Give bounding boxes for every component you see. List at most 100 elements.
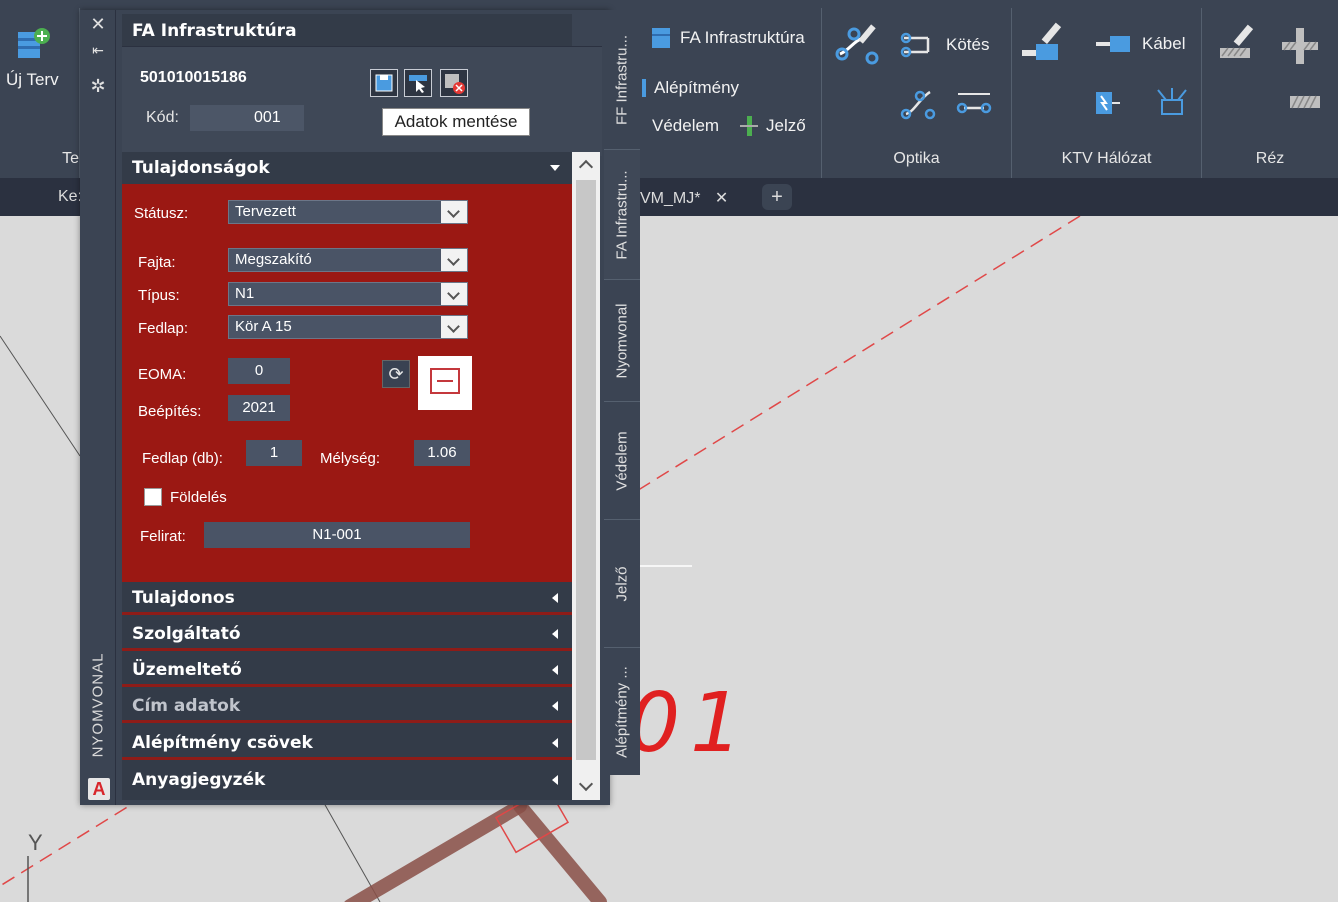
- ribbon-group-rez: Réz: [1202, 8, 1338, 178]
- kotes-button[interactable]: Kötés: [900, 30, 989, 60]
- new-plan-button[interactable]: Új Terv: [6, 26, 59, 90]
- refresh-icon[interactable]: ⟳: [382, 360, 410, 388]
- foldeles-checkbox[interactable]: [144, 488, 162, 506]
- section-anyagjegyzek[interactable]: Anyagjegyzék: [122, 764, 572, 797]
- status-select[interactable]: Tervezett: [228, 200, 468, 224]
- alepitmeny-button[interactable]: Alépítmény: [642, 78, 739, 98]
- vtab-jelzo[interactable]: Jelző: [604, 520, 640, 648]
- jelzo-label: Jelző: [766, 116, 806, 135]
- ktv-draw-button[interactable]: [1020, 20, 1074, 66]
- scroll-up-icon[interactable]: [572, 152, 600, 178]
- felirat-field[interactable]: N1-001: [204, 522, 470, 548]
- ribbon-group-infra: FA Infrastruktúra Alépítmény Védelem Jel…: [640, 8, 822, 178]
- section-alepitmeny-csovek[interactable]: Alépítmény csövek: [122, 727, 572, 760]
- beepites-field[interactable]: 2021: [228, 395, 290, 421]
- object-header: 501010015186 Kód: 001: [122, 46, 602, 156]
- kotes-label: Kötés: [946, 35, 990, 54]
- cursor-select-icon: [409, 75, 427, 93]
- close-icon[interactable]: ✕: [715, 190, 728, 207]
- foldeles-label: Földelés: [170, 489, 227, 506]
- ribbon-group-optika: Kötés Optika: [822, 8, 1012, 178]
- palette-scrollbar[interactable]: [572, 152, 600, 800]
- infra-icon: [652, 28, 670, 48]
- optika-draw-button[interactable]: [834, 20, 880, 66]
- palette-close-icon[interactable]: ✕: [80, 14, 116, 35]
- fedlap-value: Kör A 15: [235, 318, 292, 335]
- tab-drawing-label: VM_MJ*: [640, 190, 701, 207]
- chevron-down-icon: [441, 283, 467, 305]
- rez-cable-button[interactable]: [1290, 92, 1320, 112]
- palette-pin-icon[interactable]: ⇤: [80, 42, 116, 59]
- status-label: Státusz:: [134, 205, 189, 222]
- jelzo-icon: [740, 116, 758, 136]
- chevron-left-icon: [552, 738, 558, 748]
- vtab-fa-infrastruktura[interactable]: FA Infrastru...: [604, 150, 640, 280]
- group-label-plan: Te: [62, 150, 79, 167]
- chevron-left-icon: [552, 775, 558, 785]
- chevron-left-icon: [552, 665, 558, 675]
- splice-icon: [900, 90, 936, 120]
- save-data-button[interactable]: [370, 69, 398, 97]
- fajta-select[interactable]: Megszakító: [228, 248, 468, 272]
- pipe-segment-a: [344, 799, 527, 902]
- ribbon-group-plan: Új Terv Te: [0, 8, 80, 178]
- pipe-segment-b: [513, 799, 607, 902]
- delete-object-button[interactable]: [440, 69, 468, 97]
- scroll-thumb[interactable]: [576, 180, 596, 760]
- new-plan-label: Új Terv: [6, 70, 59, 89]
- save-icon: [375, 74, 393, 92]
- annotation-text: 01: [628, 676, 753, 771]
- section-tulajdonos[interactable]: Tulajdonos: [122, 582, 572, 615]
- section-uzemelteto[interactable]: Üzemeltető: [122, 654, 572, 687]
- vtab-ff-infrastruktura[interactable]: FF Infrastru...: [604, 10, 640, 150]
- autocad-logo-icon: A: [88, 778, 110, 800]
- eoma-label: EOMA:: [138, 366, 187, 383]
- rez-cross-button[interactable]: [1280, 26, 1320, 66]
- vtab-alepitmeny[interactable]: Alépítmény ...: [604, 648, 640, 775]
- kod-prefix-field[interactable]: [190, 105, 242, 131]
- tipus-select[interactable]: N1: [228, 282, 468, 306]
- alepitmeny-label: Alépítmény: [654, 78, 740, 97]
- tab-left[interactable]: Ke:: [58, 188, 82, 206]
- tab-drawing[interactable]: VM_MJ* ✕: [640, 188, 728, 208]
- optika-link-button[interactable]: [954, 88, 994, 118]
- thin-line-left: [0, 335, 81, 457]
- vtab-nyomvonal[interactable]: Nyomvonal: [604, 280, 640, 402]
- fedlap-select[interactable]: Kör A 15: [228, 315, 468, 339]
- palette-settings-icon[interactable]: ✲: [80, 76, 116, 97]
- copper-draw-icon: [1220, 24, 1254, 58]
- rez-draw-button[interactable]: [1216, 22, 1260, 62]
- jelzo-button[interactable]: Jelző: [740, 116, 806, 136]
- tipus-value: N1: [235, 285, 255, 302]
- select-object-button[interactable]: [404, 69, 432, 97]
- section-tulajdonsagok[interactable]: Tulajdonságok: [122, 152, 572, 184]
- palette-vertical-tabs: FF Infrastru... FA Infrastru... Nyomvona…: [604, 10, 640, 775]
- section-szolgaltato[interactable]: Szolgáltató: [122, 618, 572, 651]
- fajta-label: Fajta:: [138, 254, 176, 271]
- fedlap-db-field[interactable]: 1: [246, 440, 302, 466]
- eoma-field[interactable]: 0: [228, 358, 290, 384]
- kabel-button[interactable]: Kábel: [1094, 30, 1185, 58]
- vtab-vedelem[interactable]: Védelem: [604, 402, 640, 520]
- scroll-down-icon[interactable]: [572, 774, 600, 800]
- beepites-label: Beépítés:: [138, 403, 202, 420]
- vedelem-button[interactable]: Védelem: [652, 116, 719, 136]
- add-tab-icon[interactable]: +: [762, 184, 792, 210]
- chevron-left-icon: [552, 629, 558, 639]
- kod-field[interactable]: 001: [242, 105, 304, 131]
- infra-button[interactable]: FA Infrastruktúra: [650, 26, 805, 50]
- melyseg-field[interactable]: 1.06: [414, 440, 470, 466]
- ktv-amp-button[interactable]: [1092, 88, 1122, 118]
- symbol-preview[interactable]: [418, 356, 472, 410]
- section-cim-adatok[interactable]: Cím adatok: [122, 690, 572, 723]
- ktv-tap-button[interactable]: [1154, 86, 1190, 120]
- properties-form: Státusz: Tervezett Fajta: Megszakító Típ…: [122, 184, 572, 582]
- chevron-down-icon: [550, 165, 560, 171]
- section-tulajdonsagok-label: Tulajdonságok: [132, 158, 270, 178]
- kotes-icon: [900, 32, 930, 58]
- chevron-down-icon: [441, 316, 467, 338]
- tipus-label: Típus:: [138, 287, 180, 304]
- optika-splice-button[interactable]: [898, 84, 938, 120]
- fedlap-db-label: Fedlap (db):: [142, 450, 223, 467]
- palette-side-label: NYOMVONAL: [89, 652, 107, 758]
